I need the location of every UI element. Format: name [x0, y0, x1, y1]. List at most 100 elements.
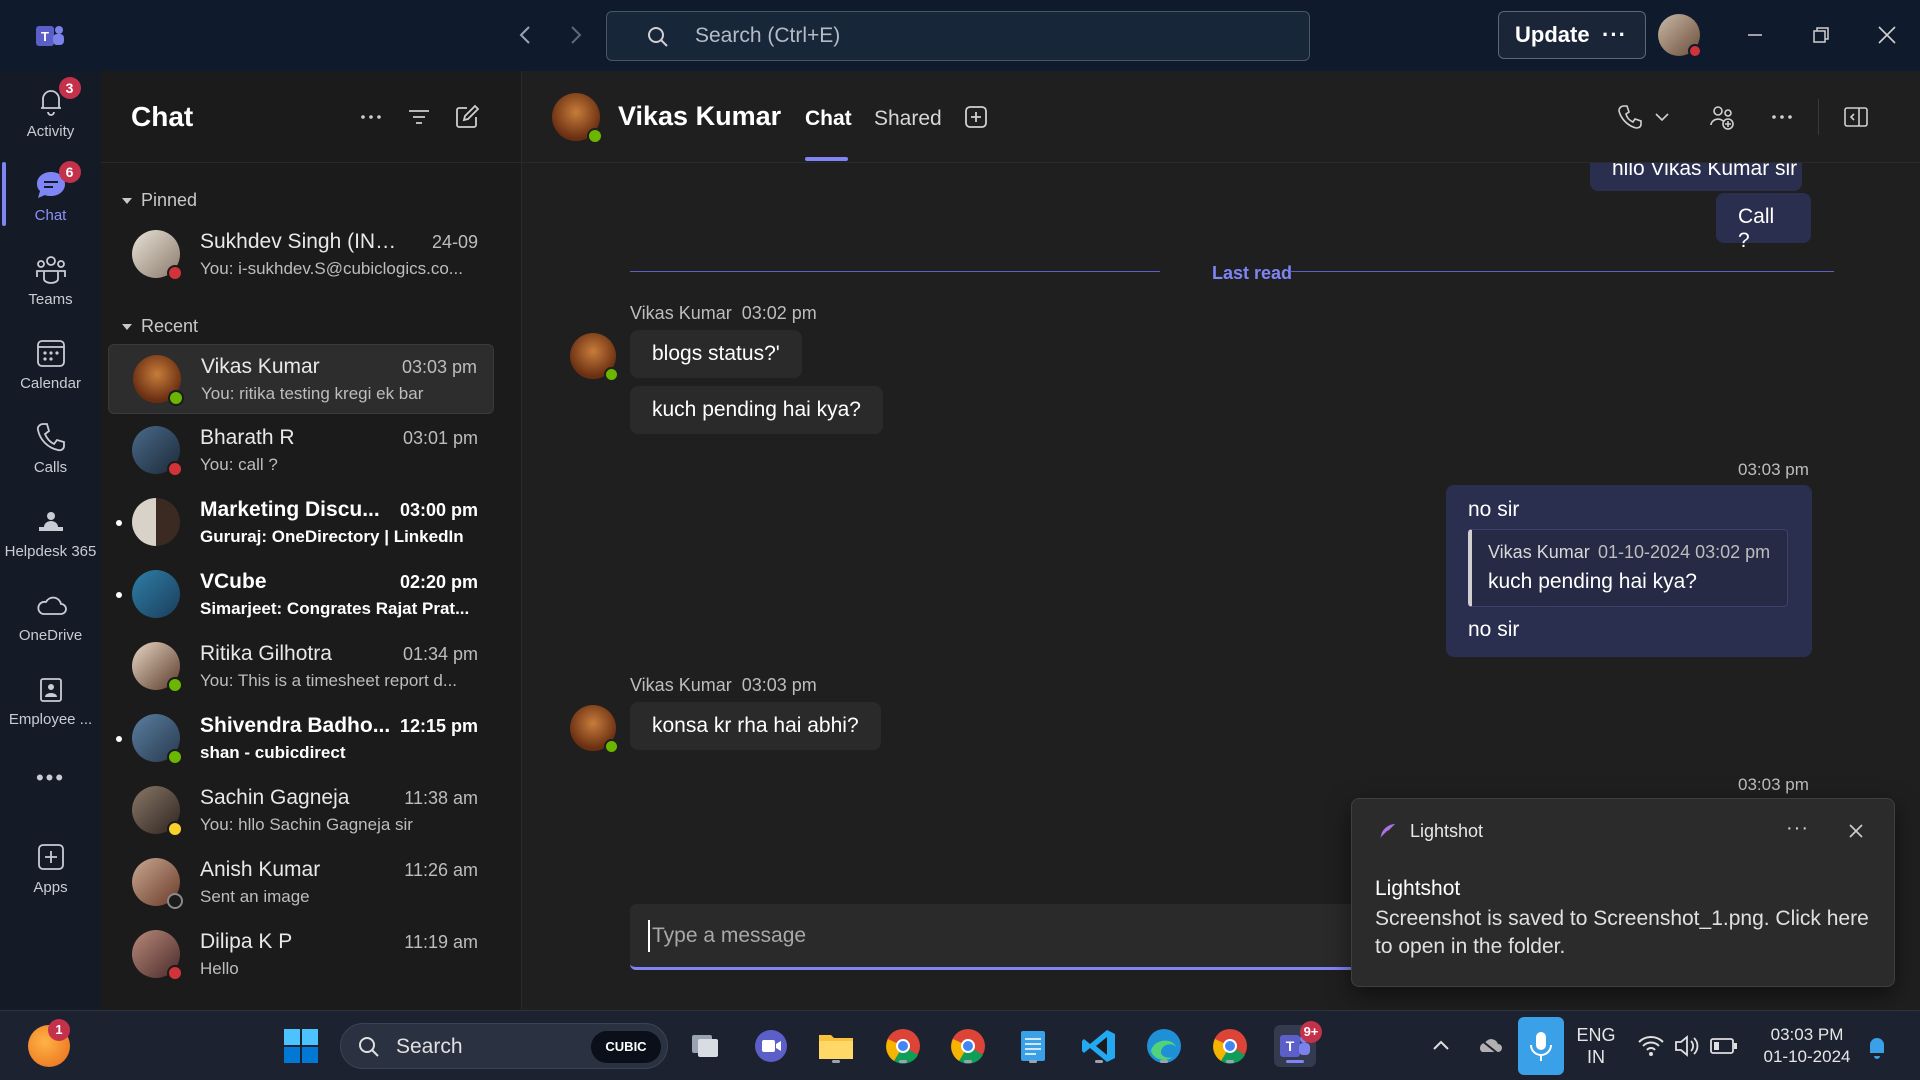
- chat-item-bharath-r[interactable]: Bharath R 03:01 pm You: call ?: [108, 416, 494, 486]
- edge-icon[interactable]: [1143, 1025, 1185, 1067]
- chat-preview: You: hllo Sachin Gagneja sir: [200, 815, 413, 834]
- message-text: no sir: [1468, 498, 1520, 521]
- sender-avatar[interactable]: [570, 333, 619, 382]
- notification-more-icon[interactable]: ···: [1786, 817, 1809, 840]
- header-divider: [1818, 99, 1819, 135]
- new-chat-icon[interactable]: [453, 103, 481, 131]
- quoted-message[interactable]: Vikas Kumar 01-10-2024 03:02 pm kuch pen…: [1468, 529, 1788, 607]
- meet-now-icon[interactable]: [750, 1025, 792, 1067]
- message-text: Call ?: [1738, 205, 1775, 252]
- message-bubble-reply[interactable]: no sir Vikas Kumar 01-10-2024 03:02 pm k…: [1446, 485, 1812, 657]
- update-more-icon[interactable]: ···: [1602, 22, 1627, 48]
- battery-icon[interactable]: [1708, 1025, 1740, 1067]
- rail-item-onedrive[interactable]: OneDrive: [0, 587, 101, 667]
- message-bubble-incoming[interactable]: blogs status?': [630, 330, 802, 378]
- task-view-icon[interactable]: [684, 1025, 726, 1067]
- rail-more-apps-icon[interactable]: •••: [0, 765, 101, 795]
- wifi-icon[interactable]: [1636, 1025, 1666, 1067]
- vscode-icon[interactable]: [1078, 1025, 1120, 1067]
- rail-item-calls[interactable]: Calls: [0, 419, 101, 499]
- onedrive-offline-icon[interactable]: [1476, 1025, 1506, 1067]
- chrome-icon[interactable]: [882, 1025, 924, 1067]
- recent-section-toggle[interactable]: Recent: [121, 316, 198, 337]
- add-tab-icon[interactable]: [962, 103, 990, 131]
- rail-item-apps[interactable]: Apps: [0, 839, 101, 919]
- taskbar-search[interactable]: Search CUBIC: [340, 1023, 668, 1069]
- chevron-down-icon[interactable]: [1652, 103, 1672, 131]
- filter-icon[interactable]: [405, 103, 433, 131]
- rail-label-calendar: Calendar: [20, 375, 81, 392]
- add-people-icon[interactable]: [1708, 103, 1736, 131]
- profile-avatar[interactable]: [1658, 14, 1702, 58]
- presence-busy-indicator: [167, 965, 183, 981]
- chat-time: 24-09: [431, 232, 478, 252]
- tab-chat[interactable]: Chat: [805, 107, 852, 131]
- notepad-icon[interactable]: [1012, 1025, 1054, 1067]
- more-options-icon[interactable]: [1768, 103, 1796, 131]
- system-clock[interactable]: 03:03 PM 01-10-2024: [1754, 1024, 1860, 1068]
- tab-shared[interactable]: Shared: [874, 107, 942, 131]
- message-time: 03:03 pm: [741, 675, 817, 695]
- presence-available-indicator: [604, 367, 619, 382]
- chat-badge: 6: [58, 161, 81, 183]
- apps-icon: [33, 839, 69, 875]
- teams-taskbar-icon[interactable]: T 9+: [1274, 1021, 1322, 1067]
- chat-item-pinned[interactable]: Sukhdev Singh (INT) ... 24-09 You: i-suk…: [108, 220, 494, 290]
- message-bubble-incoming[interactable]: kuch pending hai kya?: [630, 386, 883, 434]
- minimize-icon[interactable]: [1740, 20, 1770, 50]
- windows-start-icon[interactable]: [280, 1025, 322, 1067]
- file-explorer-icon[interactable]: [815, 1025, 857, 1067]
- chat-item-ritika-gilhotra[interactable]: Ritika Gilhotra 01:34 pm You: This is a …: [108, 632, 494, 702]
- open-side-panel-icon[interactable]: [1842, 103, 1870, 131]
- update-button[interactable]: Update ···: [1498, 11, 1646, 59]
- rail-item-calendar[interactable]: Calendar: [0, 335, 101, 415]
- close-window-icon[interactable]: [1872, 20, 1902, 50]
- back-arrow-icon[interactable]: [513, 22, 539, 48]
- contact-avatar[interactable]: [552, 93, 603, 144]
- rail-label-activity: Activity: [26, 123, 75, 140]
- running-indicator: [832, 1060, 840, 1063]
- message-bubble-outgoing[interactable]: hllo Vikas Kumar sir: [1590, 163, 1802, 191]
- message-bubble-outgoing[interactable]: Call ?: [1716, 193, 1811, 252]
- more-options-icon[interactable]: [357, 103, 385, 131]
- rail-item-employee[interactable]: Employee ...: [0, 671, 101, 751]
- chat-time: 11:38 am: [404, 788, 478, 808]
- rail-item-helpdesk[interactable]: Helpdesk 365: [0, 503, 101, 583]
- presence-available-indicator: [587, 128, 603, 144]
- chat-item-vcube[interactable]: VCube 02:20 pm Simarjeet: Congrates Raja…: [108, 560, 494, 630]
- chrome-icon-2[interactable]: [1209, 1025, 1251, 1067]
- search-input[interactable]: [695, 20, 1275, 52]
- weather-widget-icon[interactable]: 1: [28, 1019, 70, 1067]
- call-icon[interactable]: [1616, 103, 1644, 131]
- rail-item-chat[interactable]: 6 Chat: [0, 161, 101, 247]
- presence-away-indicator: [167, 821, 183, 837]
- running-indicator: [899, 1060, 907, 1063]
- chat-item-anish-kumar[interactable]: Anish Kumar 11:26 am Sent an image: [108, 848, 494, 918]
- lightshot-notification[interactable]: Lightshot ··· Lightshot Screenshot is sa…: [1351, 798, 1895, 987]
- chat-item-shivendra[interactable]: Shivendra Badho... 12:15 pm shan - cubic…: [108, 704, 494, 774]
- rail-item-activity[interactable]: 3 Activity: [0, 77, 101, 163]
- notification-close-icon[interactable]: [1846, 821, 1866, 841]
- rail-item-teams[interactable]: Teams: [0, 251, 101, 331]
- forward-arrow-icon[interactable]: [562, 22, 588, 48]
- chat-item-marketing[interactable]: Marketing Discu... 03:00 pm Gururaj: One…: [108, 488, 494, 558]
- message-bubble-incoming[interactable]: konsa kr rha hai abhi?: [630, 702, 881, 750]
- message-input[interactable]: [648, 920, 1248, 952]
- chrome-profile-icon[interactable]: [947, 1025, 989, 1067]
- message-text: hllo Vikas Kumar sir: [1612, 163, 1798, 180]
- microphone-icon[interactable]: [1518, 1017, 1564, 1075]
- global-search[interactable]: [606, 11, 1310, 61]
- pinned-section-toggle[interactable]: Pinned: [121, 190, 197, 211]
- language-indicator[interactable]: ENG IN: [1574, 1024, 1618, 1068]
- volume-icon[interactable]: [1672, 1025, 1702, 1067]
- presence-offline-indicator: [167, 893, 183, 909]
- chevron-up-icon[interactable]: [1428, 1025, 1454, 1067]
- update-label: Update: [1515, 22, 1590, 47]
- chat-item-dilipa-kp[interactable]: Dilipa K P 11:19 am Hello: [108, 920, 494, 990]
- sender-avatar[interactable]: [570, 705, 619, 754]
- chat-item-sachin-gagneja[interactable]: Sachin Gagneja 11:38 am You: hllo Sachin…: [108, 776, 494, 846]
- chat-list-pane: Chat Pinned Sukhdev Singh (INT) ... 24-0…: [101, 71, 522, 1010]
- chat-item-vikas-kumar[interactable]: Vikas Kumar 03:03 pm You: ritika testing…: [108, 344, 494, 414]
- notification-bell-icon[interactable]: [1862, 1025, 1892, 1067]
- restore-icon[interactable]: [1806, 20, 1836, 50]
